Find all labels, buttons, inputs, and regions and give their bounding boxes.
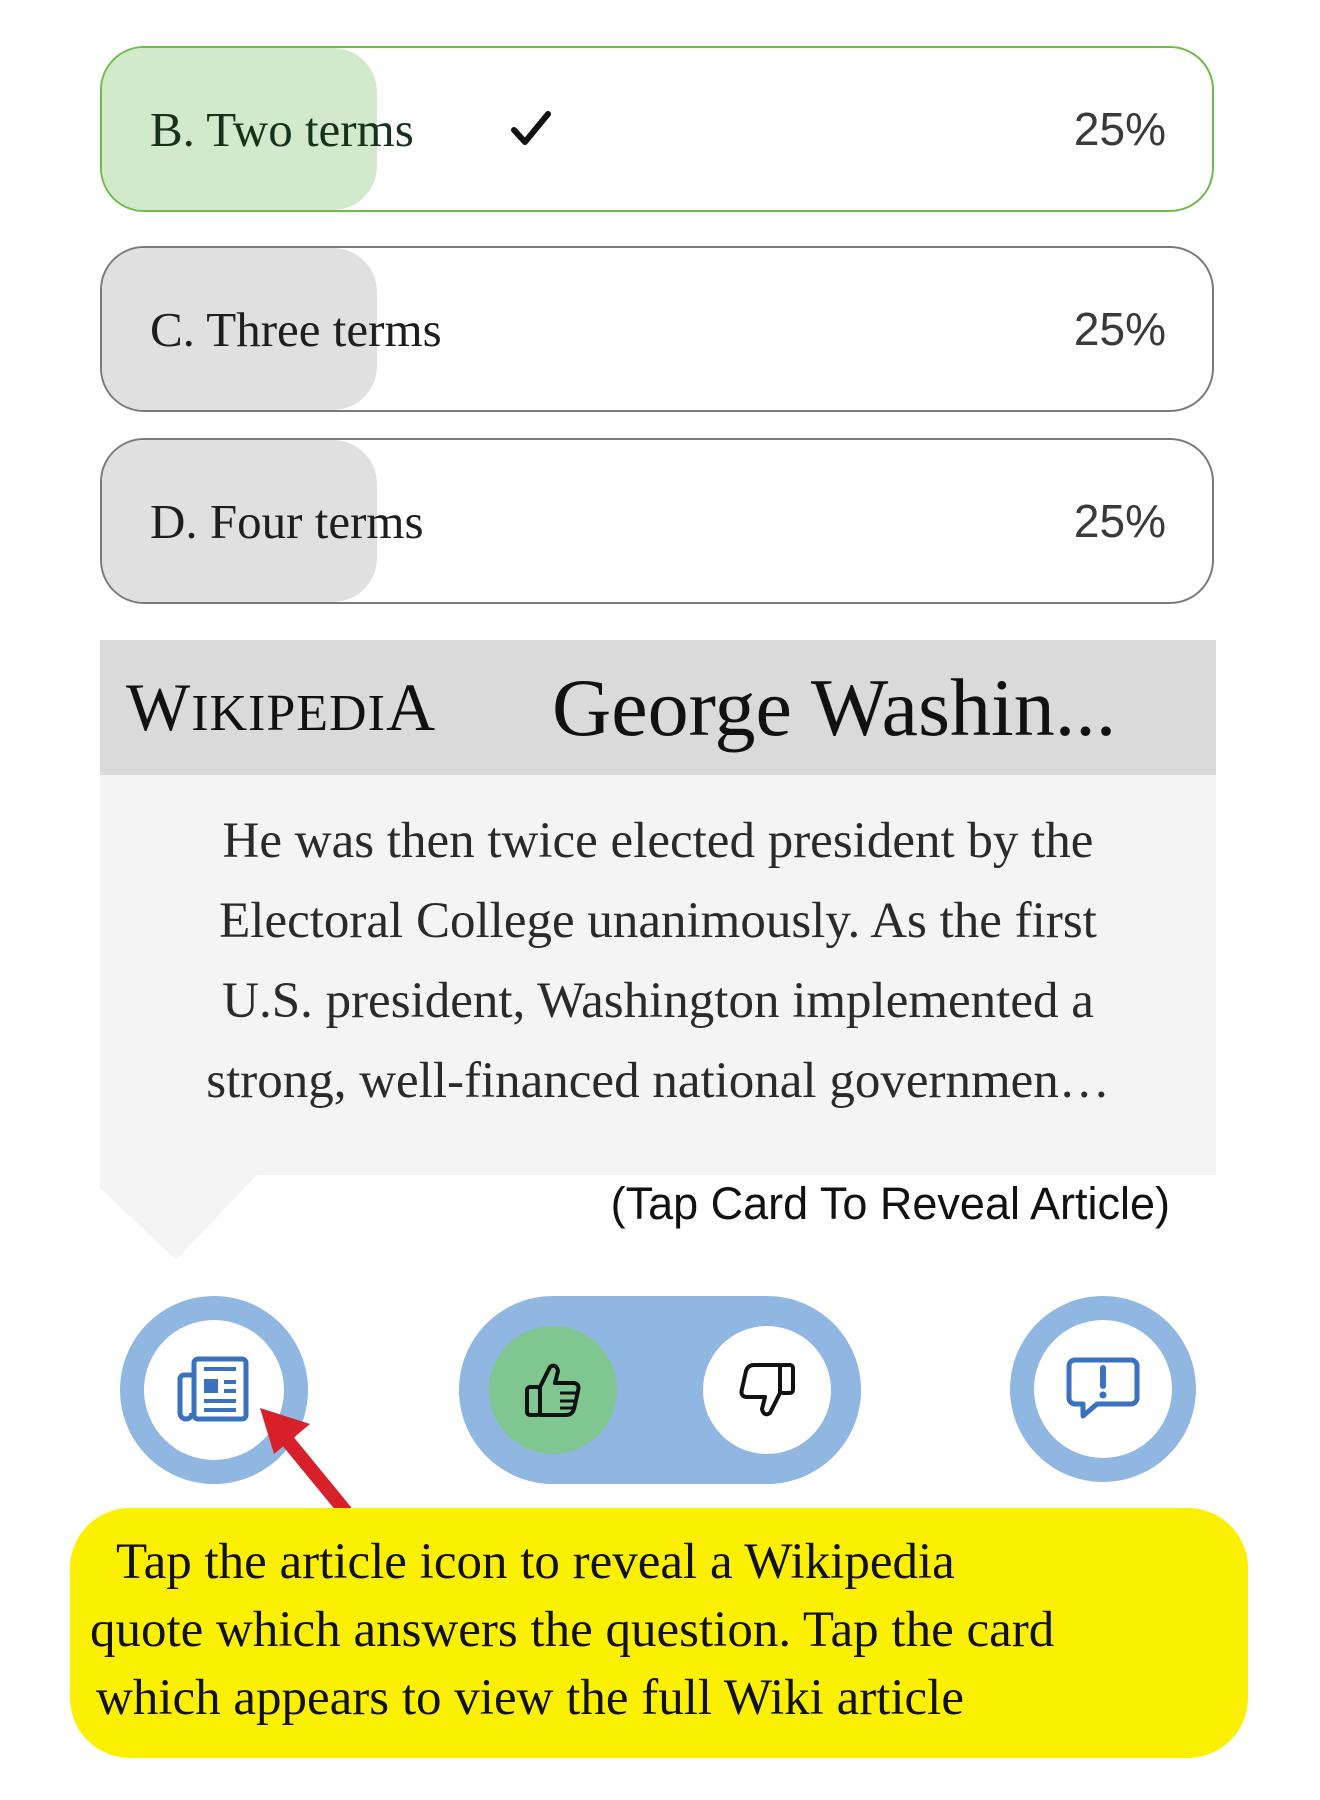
wiki-card-header: WIKIPEDIA George Washin... — [100, 640, 1216, 775]
answer-b-percent: 25% — [1073, 103, 1166, 155]
answer-d-percent: 25% — [1073, 495, 1166, 547]
tip-line: quote which answers the question. Tap th… — [90, 1602, 1055, 1658]
answer-b-label: B. Two terms — [150, 101, 414, 157]
report-button[interactable] — [1010, 1296, 1196, 1482]
answer-option-b[interactable]: B. Two terms 25% — [100, 46, 1214, 212]
wikipedia-card[interactable]: WIKIPEDIA George Washin... He was then t… — [100, 640, 1216, 1175]
wikipedia-logo: WIKIPEDIA — [126, 669, 437, 745]
tap-card-hint: (Tap Card To Reveal Article) — [610, 1178, 1170, 1229]
thumbs-up-icon — [525, 1363, 581, 1417]
wiki-card-tail — [100, 1174, 258, 1260]
answer-option-d[interactable]: D. Four terms 25% — [100, 438, 1214, 604]
tip-line: which appears to view the full Wiki arti… — [96, 1670, 964, 1726]
report-bubble-icon — [1066, 1357, 1140, 1419]
answer-option-c[interactable]: C. Three terms 25% — [100, 246, 1214, 412]
wiki-article-title: George Washin... — [552, 661, 1117, 753]
like-button[interactable] — [489, 1326, 617, 1454]
thumbs-down-icon — [739, 1363, 795, 1417]
answer-c-percent: 25% — [1073, 303, 1166, 355]
wiki-excerpt-line: Electoral College unanimously. As the fi… — [219, 893, 1097, 949]
wiki-excerpt: He was then twice elected president by t… — [100, 775, 1216, 1175]
answer-d-label: D. Four terms — [150, 493, 424, 549]
pointer-arrow — [260, 1408, 352, 1517]
tip-line: Tap the article icon to reveal a Wikiped… — [116, 1534, 955, 1590]
tutorial-tip: Tap the article icon to reveal a Wikiped… — [70, 1508, 1248, 1758]
wiki-excerpt-line: He was then twice elected president by t… — [222, 813, 1094, 869]
answer-c-label: C. Three terms — [150, 301, 442, 357]
correct-check-icon — [510, 48, 552, 210]
dislike-button[interactable] — [703, 1326, 831, 1454]
wiki-excerpt-line: strong, well-financed national governmen… — [206, 1053, 1110, 1109]
wiki-excerpt-line: U.S. president, Washington implemented a — [222, 973, 1094, 1029]
vote-toggle — [459, 1296, 861, 1484]
newspaper-icon — [177, 1356, 249, 1422]
